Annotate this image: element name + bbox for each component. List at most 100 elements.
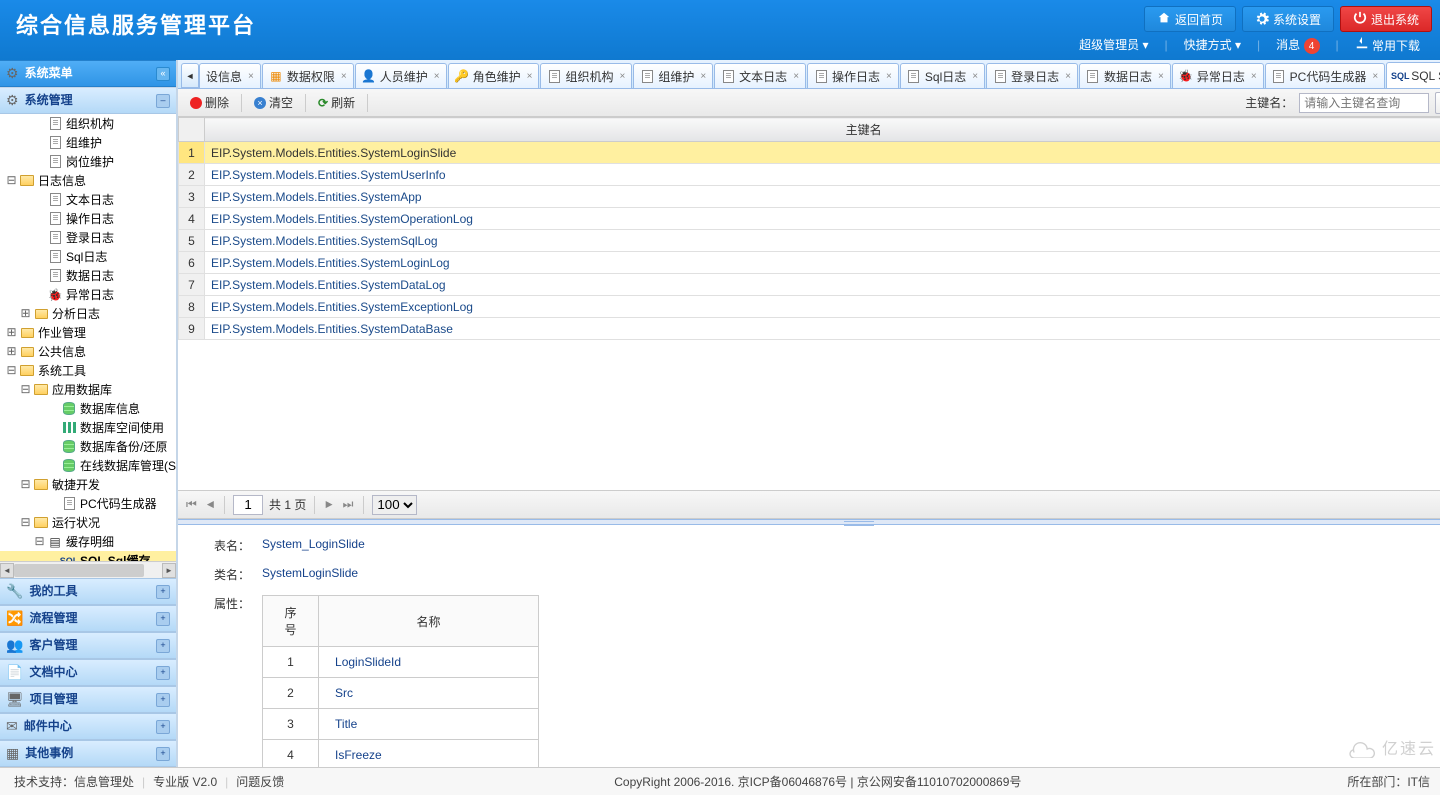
tree-node-text-log[interactable]: 文本日志 <box>0 190 176 209</box>
close-icon[interactable]: × <box>1372 71 1378 82</box>
next-page-icon[interactable]: ► <box>323 498 334 512</box>
acc-other-cases[interactable]: ▦其他事例+ <box>0 740 176 767</box>
tree-node-login-log[interactable]: 登录日志 <box>0 228 176 247</box>
tab-op-log[interactable]: 操作日志× <box>807 63 899 88</box>
table-row[interactable]: 8EIP.System.Models.Entities.SystemExcept… <box>179 296 1440 318</box>
tab-sql-cache[interactable]: SQLSQL Sql缓存× <box>1386 62 1440 88</box>
download-link[interactable]: 常用下载 <box>1355 36 1420 54</box>
acc-customer[interactable]: 👥客户管理+ <box>0 632 176 659</box>
tab-scroll-left[interactable]: ◄ <box>181 63 199 88</box>
table-row[interactable]: 1EIP.System.Models.Entities.SystemLoginS… <box>179 142 1440 164</box>
collapse-icon[interactable]: – <box>156 94 170 108</box>
tree-node-sql-log[interactable]: Sql日志 <box>0 247 176 266</box>
section-system-manage[interactable]: ⚙ 系统管理 – <box>0 87 176 114</box>
acc-project[interactable]: 🖥项目管理+ <box>0 686 176 713</box>
close-icon[interactable]: × <box>1251 71 1257 82</box>
tree-node-exception-log[interactable]: 🐞异常日志 <box>0 285 176 304</box>
prev-page-icon[interactable]: ◄ <box>205 498 216 512</box>
expand-icon[interactable]: + <box>156 612 170 626</box>
tree-node-db-info[interactable]: 数据库信息 <box>0 399 176 418</box>
shortcut-link[interactable]: 快捷方式 ▾ <box>1184 36 1241 53</box>
close-icon[interactable]: × <box>341 71 347 82</box>
page-input[interactable] <box>233 495 263 515</box>
tree-node-data-log[interactable]: 数据日志 <box>0 266 176 285</box>
sidebar-hscroll[interactable]: ◄ ► <box>0 561 176 578</box>
tree-node-agile-dev[interactable]: ⊟敏捷开发 <box>0 475 176 494</box>
close-icon[interactable]: × <box>1065 71 1071 82</box>
version[interactable]: 专业版 V2.0 <box>153 773 217 790</box>
close-icon[interactable]: × <box>434 71 440 82</box>
feedback[interactable]: 问题反馈 <box>236 773 284 790</box>
acc-mail[interactable]: ✉邮件中心+ <box>0 713 176 740</box>
settings-button[interactable]: 系统设置 <box>1242 6 1334 32</box>
tree-node-post-maint[interactable]: 岗位维护 <box>0 152 176 171</box>
admin-link[interactable]: 超级管理员 ▾ <box>1079 36 1148 53</box>
first-page-icon[interactable]: ⏮ <box>184 498 199 512</box>
logout-button[interactable]: 退出系统 <box>1340 6 1432 32</box>
key-search-input[interactable] <box>1299 93 1429 113</box>
tree-node-pc-codegen[interactable]: PC代码生成器 <box>0 494 176 513</box>
home-button[interactable]: 返回首页 <box>1144 6 1236 32</box>
tree-node-sql-cache[interactable]: SQLSQL Sql缓存 <box>0 551 176 561</box>
page-size-select[interactable]: 100 <box>372 495 417 515</box>
table-row[interactable]: 7EIP.System.Models.Entities.SystemDataLo… <box>179 274 1440 296</box>
scroll-left-icon[interactable]: ◄ <box>0 563 14 578</box>
tree-node-cache-detail[interactable]: ⊟▤缓存明细 <box>0 532 176 551</box>
keyname-header[interactable]: 主键名 <box>205 118 1440 142</box>
table-row[interactable]: 2EIP.System.Models.Entities.SystemUserIn… <box>179 164 1440 186</box>
expand-icon[interactable]: + <box>156 693 170 707</box>
close-icon[interactable]: × <box>248 71 254 82</box>
clear-button[interactable]: ×清空 <box>248 92 299 113</box>
close-icon[interactable]: × <box>700 71 706 82</box>
expand-icon[interactable]: + <box>156 720 170 734</box>
table-row[interactable]: 3EIP.System.Models.Entities.SystemApp <box>179 186 1440 208</box>
table-row[interactable]: 5EIP.System.Models.Entities.SystemSqlLog <box>179 230 1440 252</box>
close-icon[interactable]: × <box>972 71 978 82</box>
scroll-right-icon[interactable]: ► <box>162 563 176 578</box>
expand-icon[interactable]: + <box>156 747 170 761</box>
tab-sql-log[interactable]: Sql日志× <box>900 63 985 88</box>
tab-group-maint[interactable]: 组维护× <box>633 63 713 88</box>
tree-node-group-maint[interactable]: 组维护 <box>0 133 176 152</box>
tab-role-maint[interactable]: 🔑角色维护× <box>448 63 540 88</box>
expand-icon[interactable]: + <box>156 666 170 680</box>
tab-person-maint[interactable]: 👤人员维护× <box>355 63 447 88</box>
close-icon[interactable]: × <box>1158 71 1164 82</box>
table-row[interactable]: 9EIP.System.Models.Entities.SystemDataBa… <box>179 318 1440 340</box>
last-page-icon[interactable]: ⏭ <box>341 498 356 512</box>
tree-node-db-backup[interactable]: 数据库备份/还原 <box>0 437 176 456</box>
tab-org[interactable]: 组织机构× <box>540 63 632 88</box>
close-icon[interactable]: × <box>527 71 533 82</box>
close-icon[interactable]: × <box>793 71 799 82</box>
tree-node-public-info[interactable]: ⊞公共信息 <box>0 342 176 361</box>
tree-node-analysis-log[interactable]: ⊞分析日志 <box>0 304 176 323</box>
sidebar-collapse-icon[interactable]: « <box>156 67 170 81</box>
tree-node-op-log[interactable]: 操作日志 <box>0 209 176 228</box>
expand-icon[interactable]: + <box>156 585 170 599</box>
tab-partial[interactable]: 设信息× <box>199 63 261 88</box>
tree-node-job-mgmt[interactable]: ⊞作业管理 <box>0 323 176 342</box>
close-icon[interactable]: × <box>886 71 892 82</box>
tab-exception-log[interactable]: 🐞异常日志× <box>1172 63 1264 88</box>
acc-workflow[interactable]: 🔀流程管理+ <box>0 605 176 632</box>
tree-node-run-status[interactable]: ⊟运行状况 <box>0 513 176 532</box>
tech-support[interactable]: 技术支持：信息管理处 <box>14 773 134 790</box>
expand-icon[interactable]: + <box>156 639 170 653</box>
tree-node-org[interactable]: 组织机构 <box>0 114 176 133</box>
refresh-button[interactable]: ⟳刷新 <box>312 92 361 113</box>
acc-docs[interactable]: 📄文档中心+ <box>0 659 176 686</box>
search-button[interactable]: 搜索 <box>1435 92 1440 114</box>
tab-pc-codegen[interactable]: PC代码生成器× <box>1265 63 1386 88</box>
table-row[interactable]: 6EIP.System.Models.Entities.SystemLoginL… <box>179 252 1440 274</box>
table-row[interactable]: 4EIP.System.Models.Entities.SystemOperat… <box>179 208 1440 230</box>
messages-link[interactable]: 消息 4 <box>1276 36 1319 55</box>
close-icon[interactable]: × <box>619 71 625 82</box>
system-menu-header[interactable]: ⚙ 系统菜单 « <box>0 60 176 87</box>
tree-node-db-space[interactable]: 数据库空间使用 <box>0 418 176 437</box>
tree-node-log-root[interactable]: ⊟日志信息 <box>0 171 176 190</box>
tab-login-log[interactable]: 登录日志× <box>986 63 1078 88</box>
acc-my-tools[interactable]: 🔧我的工具+ <box>0 578 176 605</box>
tree-node-app-db[interactable]: ⊟应用数据库 <box>0 380 176 399</box>
hscroll-thumb[interactable] <box>14 564 144 577</box>
tree-node-sys-tools[interactable]: ⊟系统工具 <box>0 361 176 380</box>
